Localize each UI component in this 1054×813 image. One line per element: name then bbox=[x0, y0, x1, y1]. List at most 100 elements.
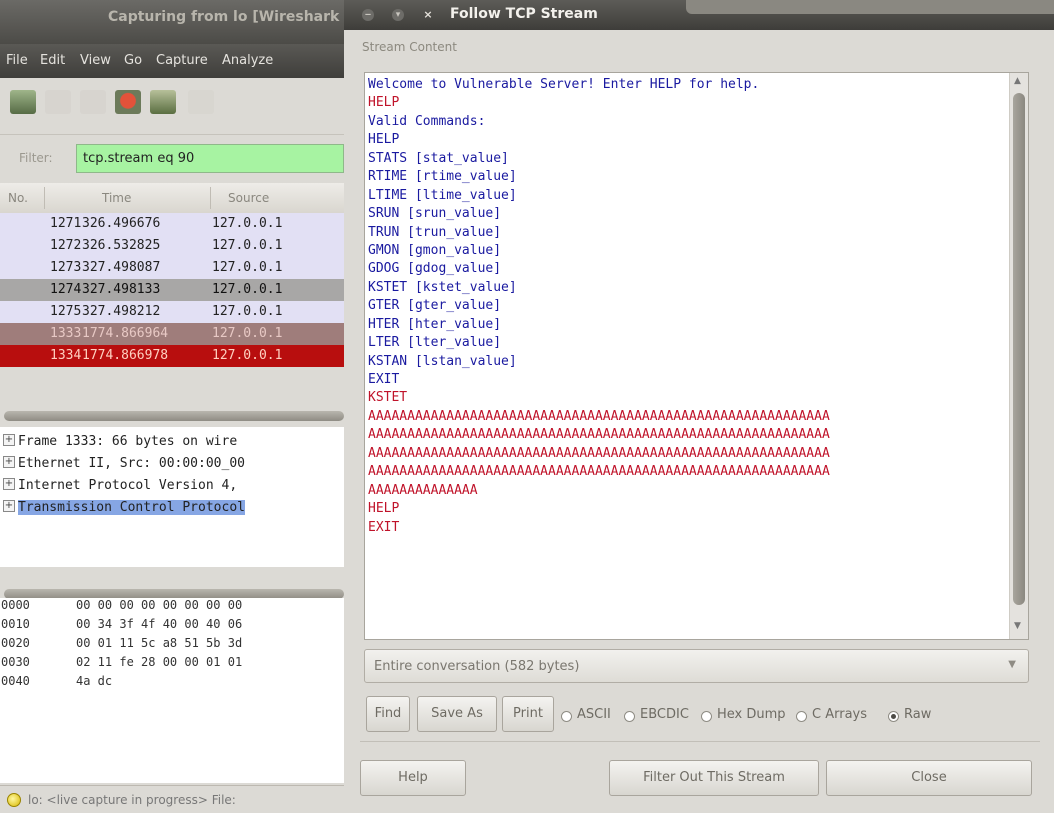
close-button[interactable]: Close bbox=[826, 760, 1032, 796]
status-text: lo: <live capture in progress> File: bbox=[28, 793, 236, 807]
menu-capture[interactable]: Capture bbox=[156, 53, 208, 68]
packet-source-cell: 127.0.0.1 bbox=[212, 348, 283, 363]
ebcdic-radio-label[interactable]: EBCDIC bbox=[640, 707, 689, 722]
find-button[interactable]: Find bbox=[366, 696, 410, 732]
ascii-radio[interactable] bbox=[561, 711, 572, 722]
close-window-icon[interactable]: × bbox=[422, 9, 434, 21]
packet-no-cell: 1334 bbox=[50, 348, 82, 363]
client-stream-line: HELP bbox=[368, 95, 400, 111]
wireshark-menubar: File Edit View Go Capture Analyze bbox=[0, 44, 344, 78]
packet-no-cell: 1274 bbox=[50, 282, 82, 297]
column-no[interactable]: No. bbox=[8, 191, 28, 205]
packet-bytes-pane: 0000 00 00 00 00 00 00 00 00 0010 00 34 3f … bbox=[0, 598, 344, 783]
packet-no-cell: 1333 bbox=[50, 326, 82, 341]
packet-time-cell: 327.498087 bbox=[82, 260, 161, 275]
packet-source-cell: 127.0.0.1 bbox=[212, 260, 283, 275]
packet-source-cell: 127.0.0.1 bbox=[212, 216, 283, 231]
server-stream-line: GTER [gter_value] bbox=[368, 298, 502, 314]
follow-tcp-stream-dialog: ‒ ▾ × Follow TCP Stream Stream Content W… bbox=[344, 0, 1054, 813]
detail-ip-row[interactable]: + Internet Protocol Version 4, bbox=[0, 475, 344, 497]
packet-row[interactable]: 1272 326.532825 127.0.0.1 bbox=[0, 235, 344, 257]
wireshark-toolbar bbox=[0, 78, 344, 135]
start-capture-icon[interactable] bbox=[80, 90, 106, 114]
wireshark-main-window: Capturing from lo [Wireshark File Edit V… bbox=[0, 0, 345, 813]
save-as-button[interactable]: Save As bbox=[417, 696, 497, 732]
display-filter-input[interactable]: tcp.stream eq 90 bbox=[76, 144, 344, 173]
packet-row[interactable]: 1273 327.498087 127.0.0.1 bbox=[0, 257, 344, 279]
client-stream-line: AAAAAAAAAAAAAAAAAAAAAAAAAAAAAAAAAAAAAAAA… bbox=[368, 408, 830, 424]
packet-list: 1271 326.496676 127.0.0.1 1272 326.532825 127… bbox=[0, 213, 344, 403]
packet-row[interactable]: 1334 1774.866978 127.0.0.1 bbox=[0, 345, 344, 367]
column-time[interactable]: Time bbox=[102, 191, 131, 205]
packet-no-cell: 1271 bbox=[50, 216, 82, 231]
c-arrays-radio-label[interactable]: C Arrays bbox=[812, 707, 867, 722]
conversation-select-value: Entire conversation (582 bytes) bbox=[374, 659, 580, 674]
conversation-direction-select[interactable]: Entire conversation (582 bytes) ▼ bbox=[364, 649, 1029, 683]
packet-time-cell: 1774.866964 bbox=[82, 326, 169, 341]
packet-time-cell: 327.498133 bbox=[82, 282, 161, 297]
dialog-title: Follow TCP Stream bbox=[450, 6, 598, 22]
open-file-icon[interactable] bbox=[188, 90, 214, 114]
packet-row[interactable]: 1275 327.498212 127.0.0.1 bbox=[0, 301, 344, 323]
wireshark-titlebar: Capturing from lo [Wireshark bbox=[0, 0, 344, 44]
packet-row[interactable]: 1271 326.496676 127.0.0.1 bbox=[0, 213, 344, 235]
menu-analyze[interactable]: Analyze bbox=[222, 53, 273, 68]
hex-dump-row[interactable]: 0040 4a dc bbox=[0, 674, 344, 694]
detail-ethernet-row[interactable]: + Ethernet II, Src: 00:00:00_00 bbox=[0, 453, 344, 475]
hex-dump-row[interactable]: 0020 00 01 11 5c a8 51 5b 3d bbox=[0, 636, 344, 656]
filter-out-stream-button[interactable]: Filter Out This Stream bbox=[609, 760, 819, 796]
stop-capture-icon[interactable] bbox=[115, 90, 141, 114]
packet-list-scrollbar[interactable] bbox=[0, 404, 344, 426]
minimize-window-icon[interactable]: ‒ bbox=[362, 9, 374, 21]
print-button[interactable]: Print bbox=[502, 696, 554, 732]
options-icon[interactable] bbox=[45, 90, 71, 114]
packet-source-cell: 127.0.0.1 bbox=[212, 304, 283, 319]
raw-radio[interactable] bbox=[888, 711, 899, 722]
hex-bytes: 00 34 3f 4f 40 00 40 06 bbox=[76, 617, 243, 631]
restart-capture-icon[interactable] bbox=[150, 90, 176, 114]
detail-tcp-row[interactable]: + Transmission Control Protocol bbox=[0, 497, 344, 519]
hex-bytes: 02 11 fe 28 00 00 01 01 bbox=[76, 655, 243, 669]
help-button[interactable]: Help bbox=[360, 760, 466, 796]
menu-go[interactable]: Go bbox=[124, 53, 142, 68]
hex-dump-row[interactable]: 0010 00 34 3f 4f 40 00 40 06 bbox=[0, 617, 344, 637]
hex-dump-row[interactable]: 0000 00 00 00 00 00 00 00 00 bbox=[0, 598, 344, 618]
c-arrays-radio[interactable] bbox=[796, 711, 807, 722]
client-stream-line: AAAAAAAAAAAAAAAAAAAAAAAAAAAAAAAAAAAAAAAA… bbox=[368, 427, 830, 443]
server-stream-line: LTIME [ltime_value] bbox=[368, 187, 517, 203]
menu-view[interactable]: View bbox=[80, 53, 111, 68]
packet-source-cell: 127.0.0.1 bbox=[212, 326, 283, 341]
detail-tcp-text: Transmission Control Protocol bbox=[18, 500, 245, 515]
scrollbar-thumb[interactable] bbox=[1013, 93, 1025, 605]
stream-content-textview[interactable]: Welcome to Vulnerable Server! Enter HELP… bbox=[364, 72, 1029, 640]
packet-row[interactable]: 1274 327.498133 127.0.0.1 bbox=[0, 279, 344, 301]
packet-no-cell: 1275 bbox=[50, 304, 82, 319]
ascii-radio-label[interactable]: ASCII bbox=[577, 707, 611, 722]
ebcdic-radio[interactable] bbox=[624, 711, 635, 722]
column-source[interactable]: Source bbox=[228, 191, 269, 205]
menu-edit[interactable]: Edit bbox=[40, 53, 65, 68]
server-stream-line: SRUN [srun_value] bbox=[368, 206, 502, 222]
detail-frame-row[interactable]: + Frame 1333: 66 bytes on wire bbox=[0, 431, 344, 453]
raw-radio-label[interactable]: Raw bbox=[904, 707, 931, 722]
menu-file[interactable]: File bbox=[6, 53, 28, 68]
maximize-window-icon[interactable]: ▾ bbox=[392, 9, 404, 21]
capture-status-icon[interactable] bbox=[7, 793, 21, 807]
hex-dump-radio-label[interactable]: Hex Dump bbox=[717, 707, 786, 722]
hex-dump-row[interactable]: 0030 02 11 fe 28 00 00 01 01 bbox=[0, 655, 344, 675]
scroll-down-arrow-icon[interactable]: ▼ bbox=[1014, 621, 1021, 631]
hex-dump-radio[interactable] bbox=[701, 711, 712, 722]
hex-offset: 0020 bbox=[1, 636, 30, 650]
packet-source-cell: 127.0.0.1 bbox=[212, 282, 283, 297]
filter-label: Filter: bbox=[19, 151, 53, 165]
status-bar: lo: <live capture in progress> File: bbox=[0, 785, 344, 813]
stream-scrollbar[interactable]: ▲ ▼ bbox=[1009, 73, 1028, 639]
client-stream-line: EXIT bbox=[368, 519, 400, 535]
client-stream-line: HELP bbox=[368, 501, 400, 517]
packet-time-cell: 326.532825 bbox=[82, 238, 161, 253]
dialog-titlebar: ‒ ▾ × Follow TCP Stream bbox=[344, 0, 1054, 30]
interfaces-icon[interactable] bbox=[10, 90, 36, 114]
server-stream-line: EXIT bbox=[368, 372, 400, 387]
packet-row[interactable]: 1333 1774.866964 127.0.0.1 bbox=[0, 323, 344, 345]
scroll-up-arrow-icon[interactable]: ▲ bbox=[1014, 76, 1021, 86]
